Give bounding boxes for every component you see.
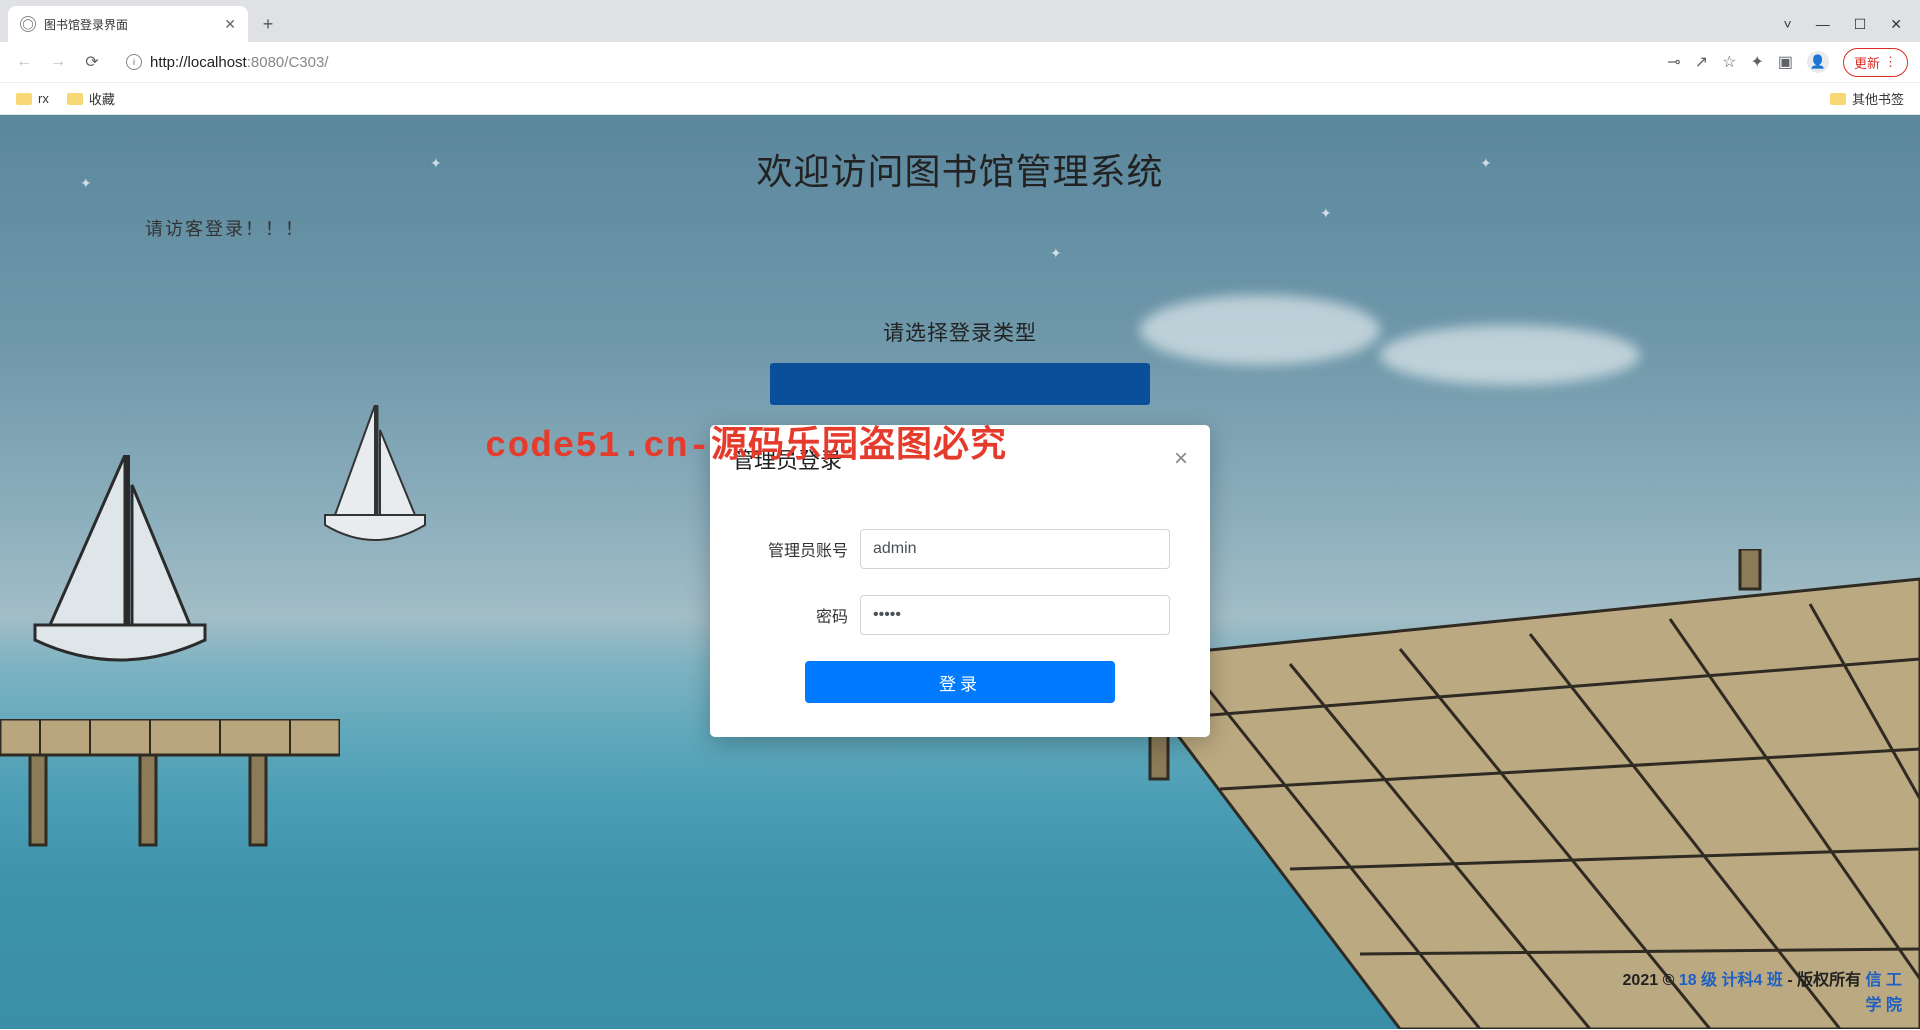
side-panel-icon[interactable]: ▣: [1778, 52, 1793, 72]
menu-icon: ⋮: [1884, 54, 1897, 70]
window-maximize-icon[interactable]: ☐: [1854, 16, 1867, 33]
tab-title: 图书馆登录界面: [44, 16, 216, 33]
password-input[interactable]: [860, 595, 1170, 635]
url-host: http://localhost: [150, 54, 247, 71]
url-path: :8080/C303/: [247, 54, 329, 71]
other-bookmarks[interactable]: 其他书签: [1830, 89, 1904, 108]
login-type-title: 请选择登录类型: [770, 307, 1150, 357]
folder-icon: [1830, 93, 1846, 105]
login-button[interactable]: 登录: [805, 661, 1115, 703]
modal-body: 管理员账号 密码 登录: [710, 489, 1210, 737]
page-content: 欢迎访问图书馆管理系统 请访客登录！！！ 请选择登录类型 code51.cn-源…: [0, 115, 1920, 1029]
reload-button[interactable]: ⟳: [80, 50, 104, 74]
tab-close-icon[interactable]: ✕: [224, 16, 236, 33]
footer-dept-link[interactable]: 信 工: [1866, 972, 1902, 989]
footer-college-link[interactable]: 学 院: [1866, 997, 1902, 1014]
window-close-icon[interactable]: ✕: [1890, 16, 1902, 33]
toolbar-right: ⊸ ↗ ☆ ✦ ▣ 👤 更新 ⋮: [1667, 48, 1908, 77]
share-icon[interactable]: ↗: [1695, 52, 1708, 72]
bookmark-item[interactable]: 收藏: [67, 89, 115, 108]
update-button[interactable]: 更新 ⋮: [1843, 48, 1908, 77]
folder-icon: [67, 93, 83, 105]
window-dropdown-icon[interactable]: ˅: [1784, 16, 1792, 32]
footer-class-link[interactable]: 18 级 计科4 班: [1679, 972, 1783, 989]
extensions-icon[interactable]: ✦: [1750, 52, 1763, 72]
browser-chrome: ◯ 图书馆登录界面 ✕ + ˅ — ☐ ✕ ← → ⟳ i http://loc…: [0, 0, 1920, 115]
username-row: 管理员账号: [750, 529, 1170, 569]
modal-close-button[interactable]: ×: [1174, 447, 1188, 471]
back-button[interactable]: ←: [12, 50, 36, 74]
bookmark-item[interactable]: rx: [16, 91, 49, 106]
page-viewport: ✦ ✦ ✦ ✦ ✦: [0, 115, 1920, 1029]
modal-title: 管理员登录: [732, 443, 842, 475]
footer: 2021 © 18 级 计科4 班 - 版权所有 信 工 学 院: [1623, 968, 1902, 1019]
browser-tab[interactable]: ◯ 图书馆登录界面 ✕: [8, 6, 248, 42]
profile-avatar-icon[interactable]: 👤: [1807, 51, 1829, 73]
page-title: 欢迎访问图书馆管理系统: [0, 115, 1920, 195]
admin-login-modal: 管理员登录 × 管理员账号 密码 登录: [710, 425, 1210, 737]
modal-header: 管理员登录 ×: [710, 425, 1210, 489]
password-label: 密码: [750, 603, 848, 627]
star-icon[interactable]: ☆: [1722, 52, 1736, 72]
username-input[interactable]: [860, 529, 1170, 569]
bookmarks-bar: rx 收藏 其他书签: [0, 82, 1920, 114]
guest-login-note: 请访客登录！！！: [145, 215, 1920, 241]
login-type-selected-strip[interactable]: [770, 363, 1150, 405]
username-label: 管理员账号: [750, 537, 848, 561]
new-tab-button[interactable]: +: [254, 10, 282, 38]
tab-strip: ◯ 图书馆登录界面 ✕ + ˅ — ☐ ✕: [0, 0, 1920, 42]
key-icon[interactable]: ⊸: [1667, 52, 1680, 72]
folder-icon: [16, 93, 32, 105]
forward-button[interactable]: →: [46, 50, 70, 74]
info-icon[interactable]: i: [126, 54, 142, 70]
globe-icon: ◯: [20, 16, 36, 32]
address-bar[interactable]: i http://localhost:8080/C303/: [114, 47, 1657, 77]
window-minimize-icon[interactable]: —: [1816, 16, 1830, 32]
toolbar: ← → ⟳ i http://localhost:8080/C303/ ⊸ ↗ …: [0, 42, 1920, 82]
password-row: 密码: [750, 595, 1170, 635]
login-type-panel: 请选择登录类型: [770, 307, 1150, 405]
window-controls: ˅ — ☐ ✕: [1784, 6, 1920, 42]
